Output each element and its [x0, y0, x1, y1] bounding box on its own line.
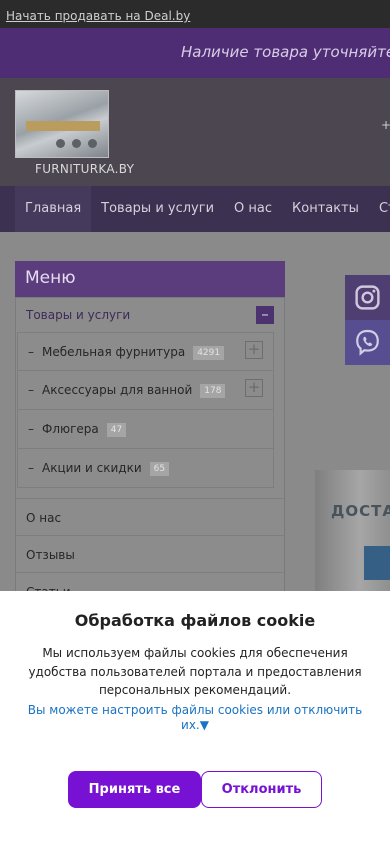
instagram-button[interactable] — [345, 275, 390, 320]
count-badge: 4291 — [193, 346, 225, 360]
dash-icon: – — [28, 422, 34, 436]
logo-knob — [88, 139, 97, 148]
brand-name[interactable]: FURNITURKA.BY — [35, 162, 134, 176]
store-logo[interactable] — [15, 90, 109, 158]
delivery-banner[interactable]: ДОСТА — [315, 470, 390, 600]
menu-item-products[interactable]: Товары и услуги – — [16, 298, 284, 332]
menu-title: Меню — [15, 261, 285, 297]
dash-icon: – — [28, 461, 34, 475]
banner-shape — [364, 546, 390, 580]
nav-about[interactable]: О нас — [224, 186, 282, 232]
submenu-item-label: Аксессуары для ванной — [42, 383, 193, 397]
top-bar: Начать продавать на Deal.by — [0, 0, 390, 28]
site-header: FURNITURKA.BY + — [0, 78, 390, 186]
nav-products[interactable]: Товары и услуги — [91, 186, 224, 232]
viber-button[interactable] — [345, 320, 390, 365]
dash-icon: – — [28, 345, 34, 359]
menu-list: Товары и услуги – – Мебельная фурнитура 42… — [15, 297, 285, 610]
viber-icon — [356, 329, 379, 356]
submenu-spacer — [16, 488, 284, 498]
submenu: – Мебельная фурнитура 4291 + – Аксессуары д… — [17, 332, 274, 488]
side-menu: Меню Товары и услуги – – Мебельная фурнит… — [15, 261, 285, 610]
logo-knob — [72, 139, 81, 148]
cookie-buttons: Принять все Отклонить — [68, 771, 322, 808]
count-badge: 47 — [106, 423, 127, 437]
menu-item-reviews[interactable]: Отзывы — [16, 535, 284, 572]
submenu-item-label: Мебельная фурнитура — [42, 345, 186, 359]
banner-text: ДОСТА — [331, 502, 390, 520]
menu-item-about[interactable]: О нас — [16, 498, 284, 535]
instagram-icon — [355, 285, 380, 310]
submenu-item-weathervanes[interactable]: – Флюгера 47 — [18, 410, 273, 449]
page: Начать продавать на Deal.by Наличие това… — [0, 0, 390, 844]
cookie-settings-link[interactable]: Вы можете настроить файлы cookies или от… — [26, 703, 364, 733]
accept-all-button[interactable]: Принять все — [68, 771, 201, 808]
nav-home[interactable]: Главная — [15, 186, 92, 232]
submenu-item-label: Флюгера — [42, 422, 99, 436]
collapse-icon[interactable]: – — [256, 306, 274, 324]
nav-contacts[interactable]: Контакты — [282, 186, 369, 232]
notice-marquee: Наличие товара уточняйте — [0, 28, 390, 78]
count-badge: 65 — [149, 462, 170, 476]
expand-icon[interactable]: + — [245, 341, 263, 359]
nav-articles[interactable]: Стат — [369, 186, 390, 232]
count-badge: 178 — [200, 384, 226, 398]
dash-icon: – — [28, 383, 34, 397]
menu-item-label: Товары и услуги — [26, 308, 131, 322]
logo-knob — [56, 139, 65, 148]
decline-button[interactable]: Отклонить — [201, 771, 322, 808]
submenu-item-bathroom-accessories[interactable]: – Аксессуары для ванной 178 + — [18, 371, 273, 410]
cookie-description: Мы используем файлы cookies для обеспече… — [28, 646, 362, 697]
notice-text: Наличие товара уточняйте — [181, 43, 390, 61]
cookie-title: Обработка файлов cookie — [74, 611, 316, 630]
phone-number[interactable]: + — [381, 118, 390, 132]
cookie-consent-panel: Обработка файлов cookie Мы используем фа… — [0, 591, 390, 844]
submenu-item-sales[interactable]: – Акции и скидки 65 — [18, 449, 273, 488]
main-nav: Главная Товары и услуги О нас Контакты С… — [0, 186, 390, 232]
submenu-item-label: Акции и скидки — [42, 461, 142, 475]
expand-icon[interactable]: + — [245, 379, 263, 397]
submenu-item-furniture-fittings[interactable]: – Мебельная фурнитура 4291 + — [18, 332, 273, 371]
start-selling-link[interactable]: Начать продавать на Deal.by — [6, 9, 190, 23]
logo-band — [26, 121, 100, 131]
